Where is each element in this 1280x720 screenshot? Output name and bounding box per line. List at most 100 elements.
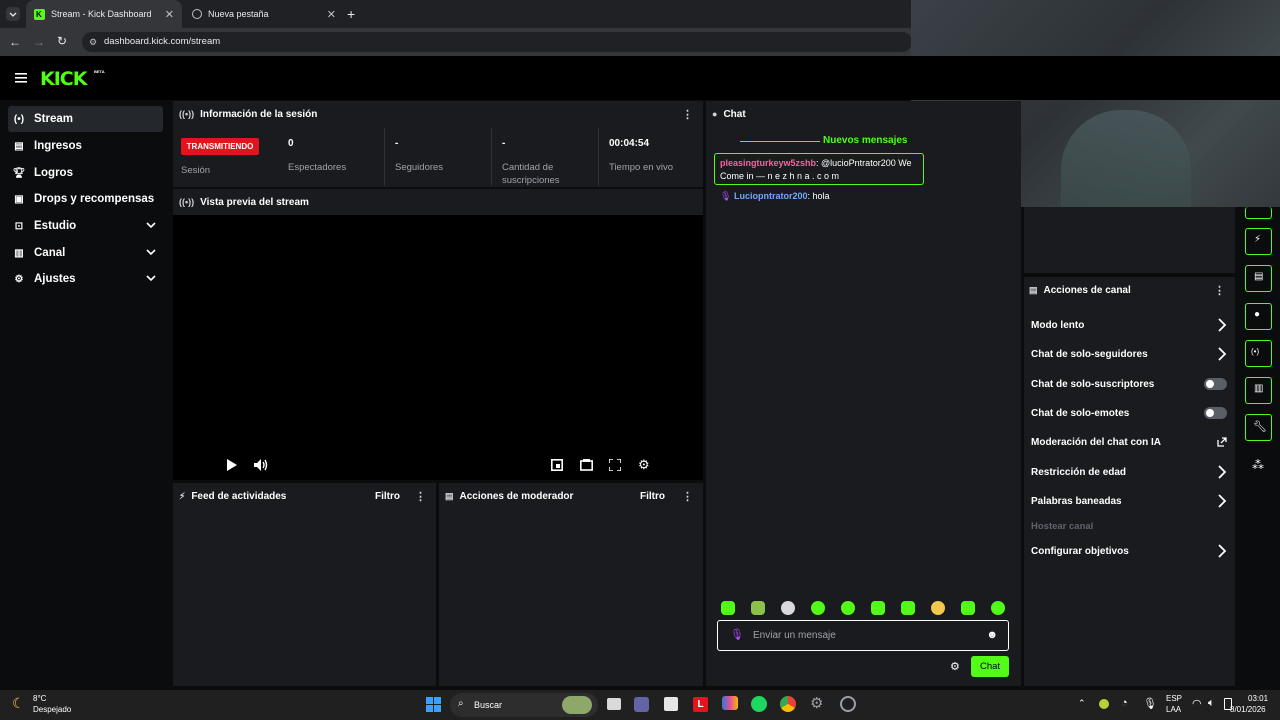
mic-icon[interactable]: 🎙︎: [730, 621, 744, 650]
chat-username[interactable]: pleasingturkeyw5zshb: [720, 158, 816, 168]
channel-action-followers-only[interactable]: Chat de solo-seguidores: [1031, 345, 1231, 363]
emote-icon[interactable]: [901, 601, 915, 615]
sidebar-item-ajustes[interactable]: ⚙ Ajustes: [8, 266, 163, 292]
app-notify-icon[interactable]: [840, 696, 856, 712]
emote-icon[interactable]: [961, 601, 975, 615]
channel-action-slow-mode[interactable]: Modo lento: [1031, 316, 1231, 334]
more-options-icon[interactable]: ⋮: [682, 490, 693, 503]
filter-button[interactable]: Filtro: [375, 491, 400, 502]
close-tab-icon[interactable]: ✕: [165, 8, 174, 21]
channel-icon: ▤: [1029, 284, 1038, 295]
filter-button[interactable]: Filtro: [640, 491, 665, 502]
sidebar-item-ingresos[interactable]: ▤ Ingresos: [8, 133, 163, 159]
tray-app-icon[interactable]: [1099, 699, 1109, 709]
player-settings-icon[interactable]: ⚙: [638, 457, 650, 473]
back-icon[interactable]: ←: [9, 35, 21, 49]
channel-action-label: Moderación del chat con IA: [1031, 436, 1162, 448]
channel-action-banned-words[interactable]: Palabras baneadas: [1031, 492, 1231, 510]
chevron-down-icon: [146, 275, 156, 282]
channel-action-host-channel: Hostear canal: [1031, 517, 1231, 535]
settings-app-icon[interactable]: ⚙: [810, 694, 823, 712]
file-explorer-icon[interactable]: [607, 698, 621, 710]
sidebar-item-logros[interactable]: 🏆︎ Logros: [8, 160, 163, 186]
sidebar-item-label: Ingresos: [34, 140, 82, 152]
rail-button-tools[interactable]: 🔧︎: [1245, 414, 1272, 441]
more-options-icon[interactable]: ⋮: [1214, 284, 1225, 297]
new-tab-icon[interactable]: +: [347, 6, 355, 22]
windows-start-icon[interactable]: [426, 697, 441, 712]
play-icon[interactable]: [226, 459, 237, 471]
office-icon[interactable]: [722, 696, 738, 710]
stat-viewers: 0 Espectadores: [278, 128, 385, 186]
emote-icon[interactable]: [871, 601, 885, 615]
chat-settings-icon[interactable]: ⚙: [950, 660, 960, 673]
theater-mode-icon[interactable]: [580, 459, 593, 471]
sidebar-item-estudio[interactable]: ⊡ Estudio: [8, 213, 163, 239]
emote-icon[interactable]: [811, 601, 825, 615]
stat-value: 0: [288, 138, 294, 149]
spotify-icon[interactable]: [751, 696, 767, 712]
weather-temp[interactable]: 8°C: [33, 694, 46, 703]
emote-icon[interactable]: [991, 601, 1005, 615]
rail-button-partial[interactable]: [1245, 207, 1272, 219]
volume-icon[interactable]: [254, 459, 268, 471]
taskbar-search[interactable]: ⌕ Buscar: [450, 693, 598, 717]
fullscreen-icon[interactable]: [609, 459, 621, 471]
tab-title: Stream - Kick Dashboard: [51, 9, 152, 19]
send-chat-button[interactable]: Chat: [971, 656, 1009, 677]
emoji-icon[interactable]: ☻: [986, 621, 998, 650]
emotes-only-toggle[interactable]: [1204, 407, 1227, 419]
video-player[interactable]: [173, 215, 703, 480]
emote-icon[interactable]: [841, 601, 855, 615]
broadcast-icon: ((•)): [179, 197, 195, 207]
language-indicator[interactable]: ESP: [1166, 694, 1182, 703]
channel-action-ai-moderation[interactable]: Moderación del chat con IA: [1031, 433, 1231, 451]
channel-action-goals[interactable]: Configurar objetivos: [1031, 542, 1231, 560]
emote-icon[interactable]: [781, 601, 795, 615]
rail-button-chat[interactable]: ●: [1245, 303, 1272, 330]
sidebar-item-drops[interactable]: ▣ Drops y recompensas: [8, 186, 163, 212]
subscribers-only-toggle[interactable]: [1204, 378, 1227, 390]
chevron-right-icon: [1218, 494, 1227, 508]
app-l-icon[interactable]: L: [693, 697, 708, 712]
chevron-right-icon: [1218, 544, 1227, 558]
rail-button-channel-actions[interactable]: ▥: [1245, 377, 1272, 404]
chevron-up-icon[interactable]: ⌃: [1078, 698, 1086, 709]
more-options-icon[interactable]: ⋮: [682, 108, 693, 121]
store-icon[interactable]: [664, 697, 678, 711]
chat-input[interactable]: 🎙︎ Enviar un mensaje ☻: [717, 620, 1009, 651]
sidebar-item-canal[interactable]: ▥ Canal: [8, 240, 163, 266]
channel-action-age-restriction[interactable]: Restricción de edad: [1031, 463, 1231, 481]
browser-tab-kick[interactable]: K Stream - Kick Dashboard ✕: [26, 0, 182, 28]
browser-tab-new[interactable]: Nueva pestaña ✕: [184, 0, 344, 28]
hamburger-menu-icon[interactable]: [15, 73, 27, 83]
clock-time[interactable]: 03:01: [1248, 694, 1268, 703]
chrome-icon[interactable]: [780, 696, 796, 712]
sidebar-item-stream[interactable]: (•) Stream: [8, 106, 163, 132]
tab-search-button[interactable]: [6, 7, 20, 21]
chat-username[interactable]: Luciopntrator200: [734, 191, 808, 201]
volume-tray-icon[interactable]: 🔈︎: [1208, 697, 1215, 710]
emote-icon[interactable]: [721, 601, 735, 615]
forward-icon[interactable]: →: [33, 35, 45, 49]
emote-icon[interactable]: [751, 601, 765, 615]
url-text: dashboard.kick.com/stream: [104, 36, 221, 47]
wifi-icon[interactable]: ◠: [1192, 697, 1202, 710]
address-bar[interactable]: ⚙ dashboard.kick.com/stream: [82, 32, 912, 52]
more-options-icon[interactable]: ⋮: [415, 490, 426, 503]
close-tab-icon[interactable]: ✕: [327, 8, 336, 21]
rail-button-moderator[interactable]: ▤: [1245, 265, 1272, 292]
reload-icon[interactable]: ↻: [57, 34, 67, 48]
rail-button-broadcast[interactable]: (•): [1245, 340, 1272, 367]
lightning-icon: ⚡︎: [179, 490, 186, 501]
tray-mic-icon[interactable]: 🎙︎: [1143, 697, 1157, 710]
site-info-icon[interactable]: ⚙: [89, 32, 97, 52]
emote-icon[interactable]: [931, 601, 945, 615]
picture-in-picture-icon[interactable]: [551, 459, 563, 471]
kick-logo[interactable]: KICK: [40, 68, 87, 90]
rail-button-activity[interactable]: ⚡︎: [1245, 228, 1272, 255]
add-widget-icon[interactable]: ⁂: [1252, 458, 1264, 472]
tray-sync-icon[interactable]: ◔: [1121, 697, 1128, 709]
sidebar-item-label: Stream: [34, 113, 73, 125]
teams-icon[interactable]: [634, 697, 649, 712]
